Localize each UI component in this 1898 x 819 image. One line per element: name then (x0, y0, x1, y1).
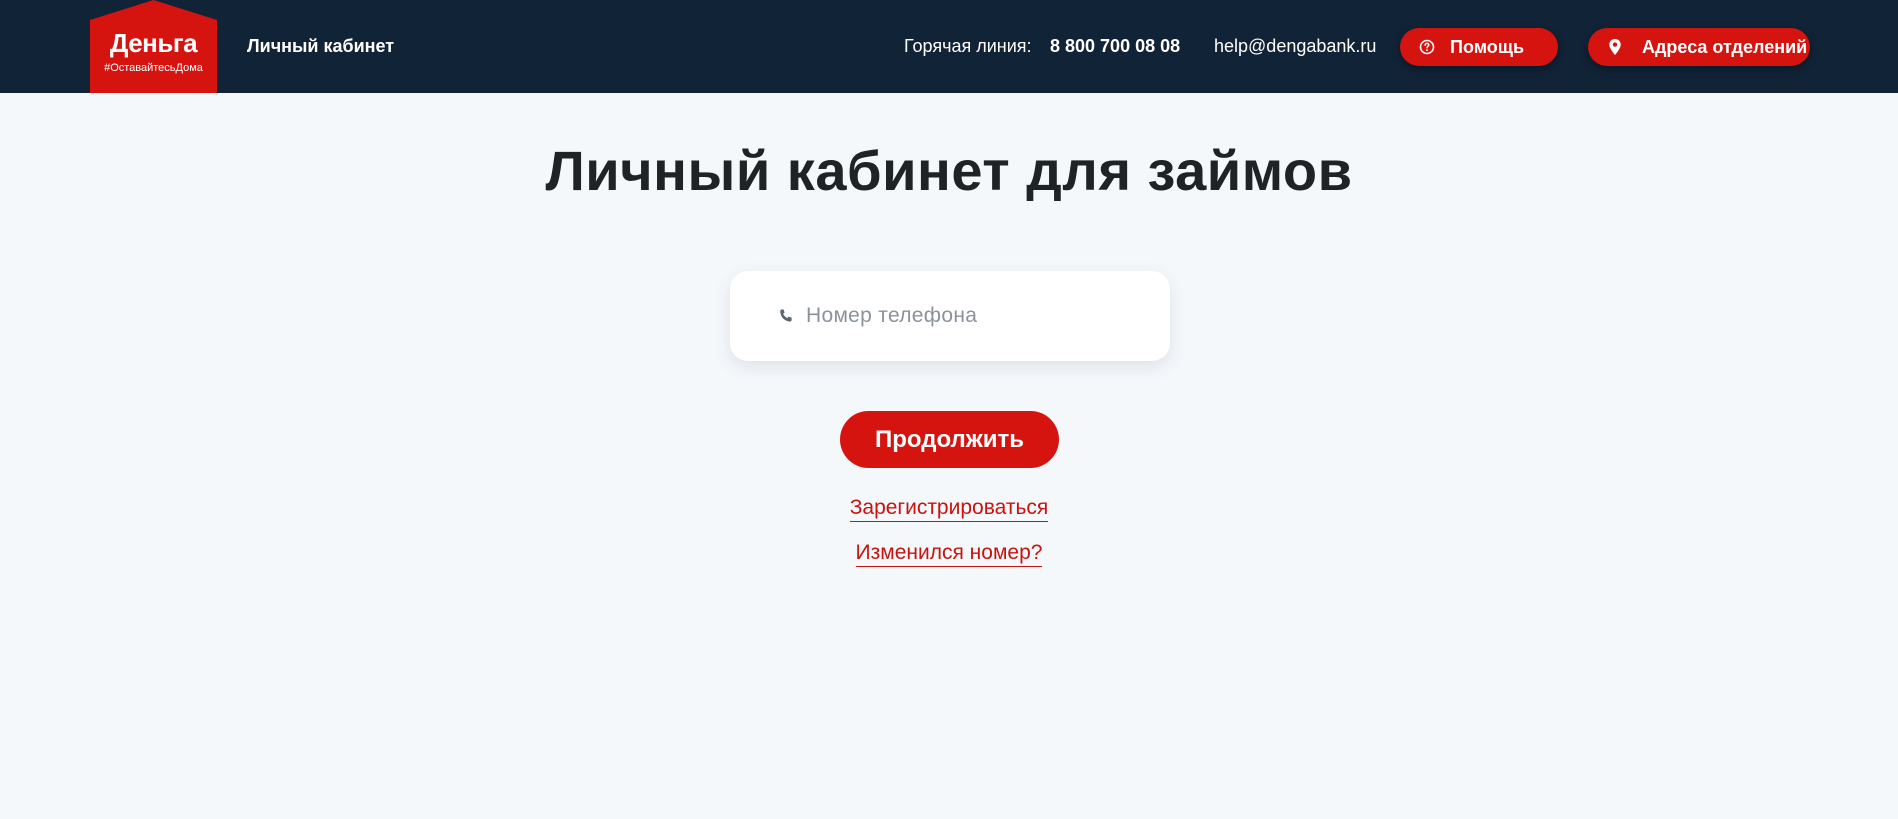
phone-input-card[interactable] (730, 271, 1170, 361)
changed-number-link[interactable]: Изменился номер? (855, 541, 1043, 567)
branch-addresses-button[interactable]: Адреса отделений (1588, 28, 1810, 66)
register-link[interactable]: Зарегистрироваться (849, 496, 1049, 522)
header-bar: Деньга #ОставайтесьДома Личный кабинет Г… (0, 0, 1898, 93)
changed-number-link-container: Изменился номер? (0, 541, 1898, 567)
header-cabinet-link[interactable]: Личный кабинет (247, 36, 394, 57)
map-pin-icon (1606, 38, 1624, 56)
help-button-label: Помощь (1450, 36, 1525, 57)
page-title: Личный кабинет для займов (545, 139, 1353, 202)
logo-tagline: #ОставайтесьДома (104, 62, 203, 74)
branch-addresses-label: Адреса отделений (1642, 36, 1808, 57)
continue-button[interactable]: Продолжить (840, 411, 1059, 468)
denga-logo[interactable]: Деньга #ОставайтесьДома (90, 0, 217, 93)
register-link-container: Зарегистрироваться (0, 496, 1898, 522)
help-button[interactable]: Помощь (1400, 28, 1558, 66)
logo-title: Деньга (109, 28, 198, 58)
phone-number-input[interactable] (806, 296, 1146, 336)
email-link[interactable]: help@dengabank.ru (1214, 36, 1376, 57)
hotline-label: Горячая линия: (904, 36, 1032, 56)
phone-icon (776, 306, 796, 326)
help-circle-icon (1418, 38, 1436, 56)
hotline-phone-link[interactable]: 8 800 700 08 08 (1050, 36, 1180, 57)
